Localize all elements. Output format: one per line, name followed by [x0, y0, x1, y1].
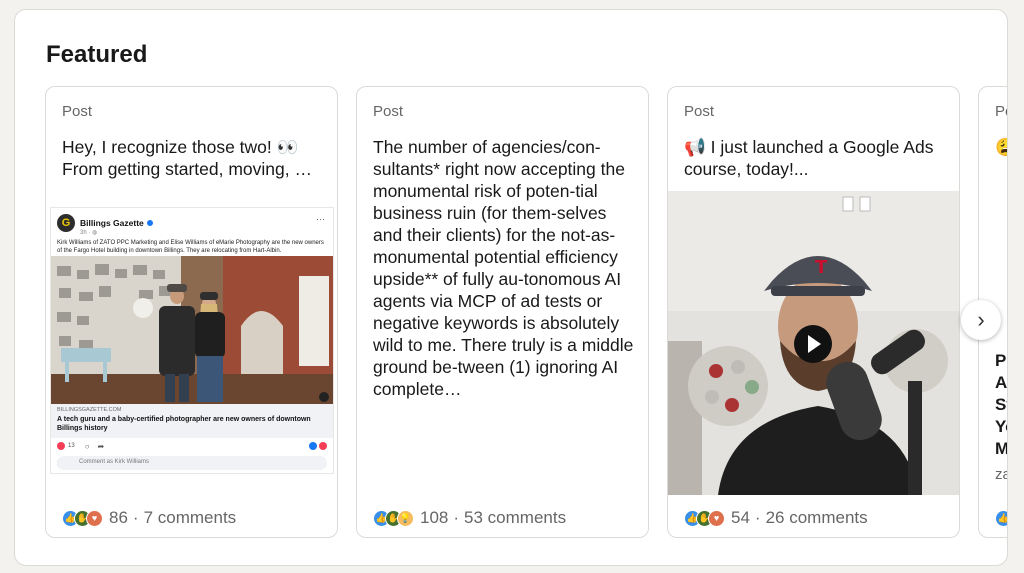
card-text[interactable]: The number of agencies/con-sultants* rig…: [373, 136, 639, 400]
love-icon: ♥: [708, 509, 725, 527]
card-type-label: Post: [62, 103, 93, 120]
article-title-line: At: [995, 373, 1008, 392]
embed-reaction-count: 13: [68, 443, 75, 449]
reactions-count[interactable]: 108: [420, 508, 448, 528]
love-reaction-icon: [57, 442, 65, 450]
reaction-icons: 👍 ✋ ♥: [684, 509, 725, 527]
love-icon: ♥: [86, 509, 103, 527]
insightful-icon: 💡: [397, 509, 414, 527]
card-type-label: Post: [684, 103, 715, 120]
card-text[interactable]: 😩 Pl: [995, 136, 1007, 158]
comment-icon[interactable]: ○: [85, 442, 90, 451]
share-icon[interactable]: ➦: [98, 442, 105, 451]
card-social-counts[interactable]: 👍 ✋ ♥ 54 · 26 comments: [684, 507, 868, 529]
more-options-icon: ···: [316, 214, 325, 224]
link-preview[interactable]: BILLINGSGAZETTE.COM A tech guru and a ba…: [51, 404, 333, 438]
video-thumbnail[interactable]: T: [668, 191, 959, 495]
separator: ·: [754, 508, 761, 527]
reactions-count[interactable]: 54: [731, 508, 750, 528]
embedded-facebook-post[interactable]: G Billings Gazette ··· 3h · ◍ Kirk Willi…: [50, 207, 334, 474]
reactions-count[interactable]: 86: [109, 508, 128, 528]
card-social-counts[interactable]: 👍 ✋ 💡 108 · 53 comments: [373, 507, 566, 529]
separator: ·: [453, 508, 460, 527]
article-source: za: [995, 466, 1007, 483]
separator: ·: [132, 508, 139, 527]
comments-count[interactable]: 7 comments: [144, 508, 237, 528]
section-title: Featured: [46, 41, 148, 68]
like-icon: 👍: [995, 509, 1007, 527]
link-title: A tech guru and a baby-certified photogr…: [57, 416, 311, 432]
like-reaction-icon: [309, 442, 317, 450]
reaction-icons: 👍 ✋ 💡: [373, 509, 414, 527]
featured-card-3[interactable]: Post 📢 I just launched a Google Ads cour…: [667, 86, 960, 538]
featured-section: Featured Post Hey, I recognize those two…: [14, 9, 1008, 566]
reaction-icons: 👍: [995, 509, 1007, 527]
comments-count[interactable]: 53 comments: [464, 508, 566, 528]
publisher-name: Billings Gazette: [80, 218, 144, 228]
card-social-counts[interactable]: 👍: [995, 507, 1007, 529]
card-type-label: Post: [373, 103, 404, 120]
chevron-right-icon: ›: [977, 307, 985, 332]
card-text[interactable]: 📢 I just launched a Google Ads course, t…: [684, 136, 946, 180]
card-type-label: Po: [995, 103, 1007, 120]
comment-input[interactable]: Comment as Kirk Williams: [57, 456, 327, 470]
svg-text:T: T: [815, 257, 828, 278]
article-title[interactable]: Pl At St Yo M: [995, 350, 1008, 460]
link-domain: BILLINGSGAZETTE.COM: [57, 407, 122, 413]
featured-card-2[interactable]: Post The number of agencies/con-sultants…: [356, 86, 649, 538]
article-title-line: M: [995, 439, 1008, 458]
comments-count[interactable]: 26 comments: [766, 508, 868, 528]
card-text[interactable]: Hey, I recognize those two! 👀 From getti…: [62, 136, 324, 180]
featured-card-1[interactable]: Post Hey, I recognize those two! 👀 From …: [45, 86, 338, 538]
hotel-interior-photo: [51, 256, 333, 404]
article-title-line: St: [995, 395, 1007, 414]
love-reaction-icon-2: [319, 442, 327, 450]
embed-reaction-bar: 13 ○ ➦: [57, 440, 327, 452]
article-title-line: Pl: [995, 351, 1007, 370]
reaction-icons: 👍 ✋ ♥: [62, 509, 103, 527]
embed-caption: Kirk Williams of ZATO PPC Marketing and …: [57, 240, 324, 254]
carousel-next-button[interactable]: ›: [961, 300, 1001, 340]
verified-badge-icon: [146, 220, 153, 226]
card-social-counts[interactable]: 👍 ✋ ♥ 86 · 7 comments: [62, 507, 236, 529]
embed-header: G Billings Gazette: [57, 214, 153, 232]
post-time: 3h · ◍: [80, 230, 98, 236]
article-title-line: Yo: [995, 417, 1007, 436]
publisher-logo-icon: G: [57, 214, 75, 232]
